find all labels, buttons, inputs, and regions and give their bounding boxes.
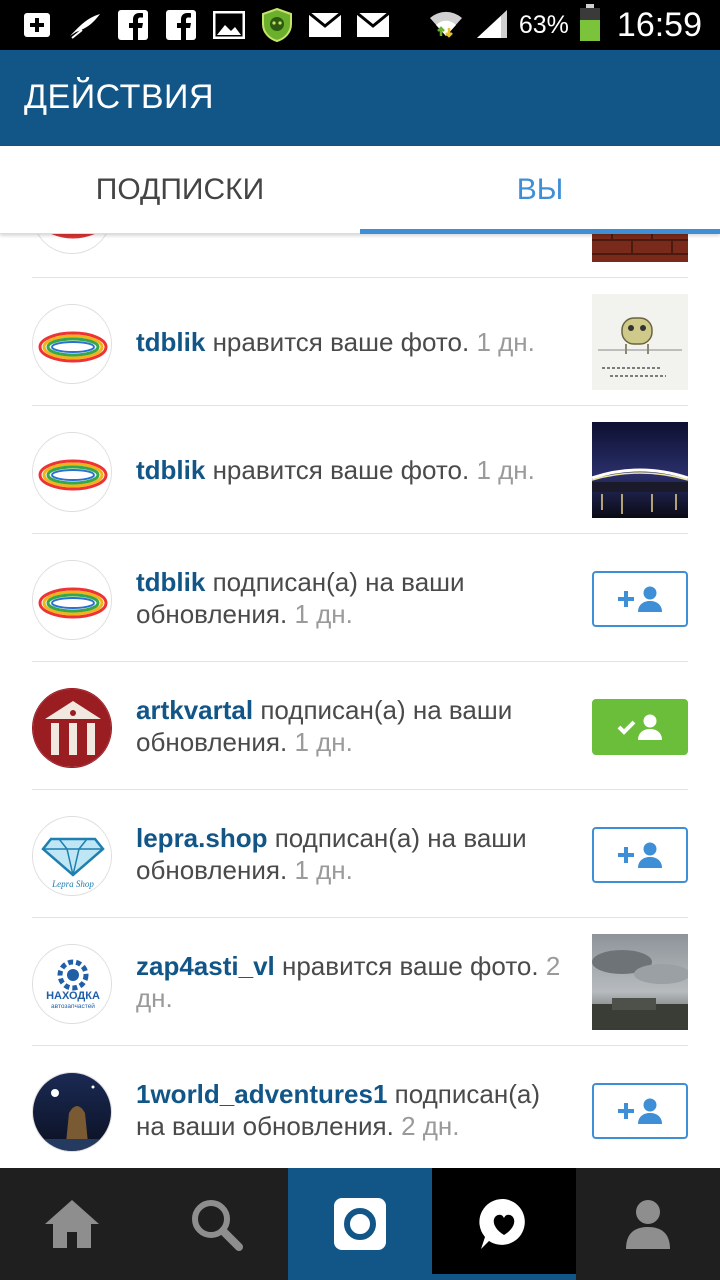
timestamp: 1 дн. bbox=[294, 599, 353, 629]
app-bar: ДЕЙСТВИЯ bbox=[0, 50, 720, 146]
activity-text: tdblik нравится ваше фото. 1 дн. bbox=[136, 326, 566, 358]
signal-icon bbox=[475, 8, 509, 43]
lepra-logo-text: Lepra Shop bbox=[51, 879, 94, 889]
facebook-icon bbox=[116, 8, 150, 42]
add-user-icon bbox=[618, 1098, 662, 1124]
avatar[interactable] bbox=[32, 688, 112, 768]
avatar[interactable] bbox=[32, 304, 112, 384]
following-button[interactable] bbox=[592, 699, 688, 755]
nav-home[interactable] bbox=[0, 1168, 144, 1280]
battery-icon bbox=[579, 3, 601, 47]
active-nav-indicator bbox=[432, 1274, 576, 1280]
list-item[interactable]: tdblik нравится ваше фото. 1 дн. bbox=[32, 278, 688, 406]
avatar[interactable]: НАХОДКА автозапчастей bbox=[32, 944, 112, 1024]
timestamp: 1 дн. bbox=[476, 327, 535, 357]
username-link[interactable]: artkvartal bbox=[136, 695, 253, 725]
notification-icons bbox=[20, 6, 390, 44]
status-bar: 63% 16:59 bbox=[0, 0, 720, 50]
list-item[interactable]: tdblik нравится ваше фото. 1 дн. bbox=[32, 406, 688, 534]
photo-thumbnail[interactable] bbox=[592, 234, 688, 262]
timestamp: 2 дн. bbox=[401, 1111, 460, 1141]
nav-camera[interactable] bbox=[288, 1168, 432, 1280]
avatar[interactable] bbox=[32, 1072, 112, 1152]
nav-profile[interactable] bbox=[576, 1168, 720, 1280]
active-tab-indicator bbox=[360, 229, 720, 234]
timestamp: 1 дн. bbox=[294, 727, 353, 757]
facebook-icon bbox=[164, 8, 198, 42]
page-title: ДЕЙСТВИЯ bbox=[24, 78, 215, 116]
photo-thumbnail[interactable] bbox=[592, 294, 688, 390]
plus-box-icon bbox=[20, 8, 54, 42]
username-link[interactable]: 1world_adventures1 bbox=[136, 1079, 387, 1109]
activity-text: artkvartal подписан(а) на ваши обновлени… bbox=[136, 694, 566, 758]
timestamp: 1 дн. bbox=[476, 455, 535, 485]
tab-you[interactable]: ВЫ bbox=[360, 146, 720, 234]
list-item[interactable]: Lepra Shop lepra.shop подписан(а) на ваш… bbox=[32, 790, 688, 918]
activity-text: zap4asti_vl нравится ваше фото. 2 дн. bbox=[136, 950, 566, 1014]
bottom-navigation bbox=[0, 1168, 720, 1280]
photo-thumbnail[interactable] bbox=[592, 422, 688, 518]
add-user-icon bbox=[618, 842, 662, 868]
username-link[interactable]: zap4asti_vl bbox=[136, 951, 275, 981]
timestamp: 1 дн. bbox=[294, 855, 353, 885]
activity-screen: 63% 16:59 ДЕЙСТВИЯ ПОДПИСКИ ВЫ tdblik нр… bbox=[0, 0, 720, 1280]
camera-icon bbox=[334, 1198, 386, 1250]
username-link[interactable]: tdblik bbox=[136, 455, 205, 485]
list-item[interactable]: НАХОДКА автозапчастей zap4asti_vl нравитс… bbox=[32, 918, 688, 1046]
battery-percent: 63% bbox=[518, 10, 569, 39]
nav-search[interactable] bbox=[144, 1168, 288, 1280]
action-text: нравится ваше фото. bbox=[281, 951, 539, 981]
action-text: нравится ваше фото. bbox=[212, 327, 470, 357]
shield-badge-icon bbox=[260, 8, 294, 42]
nakhodka-logo-text: НАХОДКА bbox=[46, 990, 100, 1002]
activity-text: tdblik подписан(а) на ваши обновления. 1… bbox=[136, 566, 566, 630]
mail-icon bbox=[308, 8, 342, 42]
follow-button[interactable] bbox=[592, 1083, 688, 1139]
profile-icon bbox=[626, 1200, 670, 1249]
photo-thumbnail[interactable] bbox=[592, 934, 688, 1030]
activity-text: tdblik нравится ваше фото. 1 дн. bbox=[136, 454, 566, 486]
follow-button[interactable] bbox=[592, 827, 688, 883]
avatar[interactable] bbox=[32, 432, 112, 512]
nakhodka-logo-subtext: автозапчастей bbox=[51, 1002, 95, 1010]
system-status: 63% 16:59 bbox=[427, 0, 702, 50]
username-link[interactable]: lepra.shop bbox=[136, 823, 267, 853]
tab-following[interactable]: ПОДПИСКИ bbox=[0, 146, 360, 234]
avatar[interactable]: Lepra Shop bbox=[32, 816, 112, 896]
home-icon bbox=[45, 1200, 99, 1248]
activity-heart-icon bbox=[479, 1198, 525, 1249]
activity-list[interactable]: tdblik нравится ваше фото. 1 дн. tdblik … bbox=[0, 234, 720, 1168]
wifi-icon bbox=[427, 6, 465, 45]
add-user-icon bbox=[618, 586, 662, 612]
avatar[interactable] bbox=[32, 560, 112, 640]
list-item[interactable] bbox=[32, 234, 688, 278]
list-item[interactable]: 1world_adventures1 подписан(а) на ваши о… bbox=[32, 1046, 688, 1168]
list-item[interactable]: tdblik подписан(а) на ваши обновления. 1… bbox=[32, 534, 688, 662]
nav-activity[interactable] bbox=[432, 1168, 576, 1280]
check-user-icon bbox=[617, 714, 662, 740]
feather-icon bbox=[68, 8, 102, 42]
follow-button[interactable] bbox=[592, 571, 688, 627]
image-icon bbox=[212, 8, 246, 42]
list-item[interactable]: artkvartal подписан(а) на ваши обновлени… bbox=[32, 662, 688, 790]
search-icon bbox=[192, 1200, 243, 1251]
clock: 16:59 bbox=[616, 5, 702, 44]
username-link[interactable]: tdblik bbox=[136, 327, 205, 357]
activity-text: 1world_adventures1 подписан(а) на ваши о… bbox=[136, 1078, 566, 1142]
mail-icon bbox=[356, 8, 390, 42]
activity-text: lepra.shop подписан(а) на ваши обновлени… bbox=[136, 822, 566, 886]
action-text: нравится ваше фото. bbox=[212, 455, 470, 485]
activity-tabs: ПОДПИСКИ ВЫ bbox=[0, 146, 720, 234]
avatar[interactable] bbox=[32, 234, 112, 254]
username-link[interactable]: tdblik bbox=[136, 567, 205, 597]
